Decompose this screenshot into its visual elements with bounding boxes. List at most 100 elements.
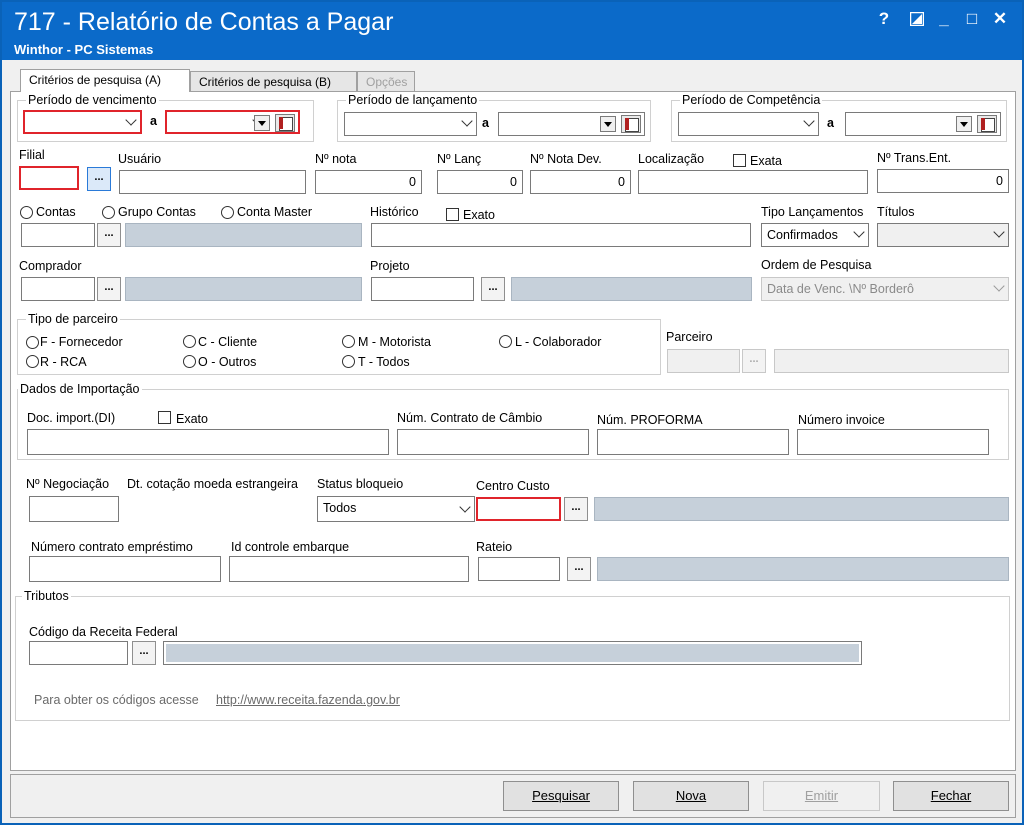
tipo-lancamentos-label: Tipo Lançamentos <box>761 205 864 219</box>
competencia-start-date[interactable] <box>678 112 819 136</box>
numero-invoice-label: Número invoice <box>798 413 885 427</box>
title-bar: 717 - Relatório de Contas a Pagar Wintho… <box>2 2 1022 60</box>
filial-label: Filial <box>19 148 45 162</box>
num-nota-dev-label: Nº Nota Dev. <box>530 152 602 166</box>
vencimento-end-date[interactable] <box>165 110 300 134</box>
status-bloqueio-select[interactable]: Todos <box>317 496 475 522</box>
group-title: Período de vencimento <box>26 93 159 107</box>
radio-rca-label: R - RCA <box>40 355 87 369</box>
tipo-lancamentos-select[interactable]: Confirmados <box>761 223 869 247</box>
num-nota-dev-input[interactable]: 0 <box>530 170 631 194</box>
titulos-select[interactable] <box>877 223 1009 247</box>
range-separator: a <box>150 114 157 128</box>
numero-contrato-emprestimo-label: Número contrato empréstimo <box>31 540 193 554</box>
pesquisar-button[interactable]: Pesquisar <box>503 781 619 811</box>
codigo-receita-label: Código da Receita Federal <box>29 625 178 639</box>
conta-code-input[interactable] <box>21 223 95 247</box>
lancamento-start-date[interactable] <box>344 112 477 136</box>
num-lanc-input[interactable]: 0 <box>437 170 523 194</box>
numero-contrato-emprestimo-input[interactable] <box>29 556 221 582</box>
radio-grupo-contas[interactable] <box>102 206 115 219</box>
rateio-input[interactable] <box>478 557 560 581</box>
rateio-lookup-button[interactable]: ... <box>567 557 591 581</box>
historico-input[interactable] <box>371 223 751 247</box>
centro-custo-description <box>594 497 1009 521</box>
usuario-input[interactable] <box>119 170 306 194</box>
fechar-button[interactable]: Fechar <box>893 781 1009 811</box>
radio-todos[interactable] <box>342 355 355 368</box>
filial-input[interactable] <box>19 166 79 190</box>
emitir-button: Emitir <box>763 781 880 811</box>
num-contrato-cambio-input[interactable] <box>397 429 589 455</box>
radio-colaborador[interactable] <box>499 335 512 348</box>
vencimento-start-date[interactable] <box>23 110 142 134</box>
num-proforma-input[interactable] <box>597 429 789 455</box>
localizacao-input[interactable] <box>638 170 868 194</box>
comprador-input[interactable] <box>21 277 95 301</box>
group-title: Período de Competência <box>680 93 823 107</box>
maximize-button[interactable]: □ <box>960 8 984 30</box>
nova-button[interactable]: Nova <box>633 781 749 811</box>
num-trans-ent-label: Nº Trans.Ent. <box>877 151 952 165</box>
lancamento-end-date[interactable] <box>498 112 645 136</box>
close-button[interactable]: ✕ <box>988 8 1012 30</box>
radio-todos-label: T - Todos <box>358 355 410 369</box>
historico-exato-checkbox[interactable] <box>446 208 459 221</box>
centro-custo-input[interactable] <box>476 497 561 521</box>
comprador-description <box>125 277 362 301</box>
localizacao-label: Localização <box>638 152 705 166</box>
centro-custo-label: Centro Custo <box>476 479 550 493</box>
app-window: 717 - Relatório de Contas a Pagar Wintho… <box>0 0 1024 825</box>
conta-description <box>125 223 362 247</box>
projeto-label: Projeto <box>370 259 410 273</box>
radio-cliente[interactable] <box>183 335 196 348</box>
tab-criterios-b[interactable]: Critérios de pesquisa (B) <box>190 71 357 91</box>
button-bar: Pesquisar Nova Emitir Fechar <box>10 774 1016 818</box>
comprador-lookup-button[interactable]: ... <box>97 277 121 301</box>
restore-icon[interactable] <box>905 8 929 30</box>
projeto-input[interactable] <box>371 277 474 301</box>
exata-label: Exata <box>750 154 782 168</box>
competencia-end-date[interactable] <box>845 112 1001 136</box>
radio-outros[interactable] <box>183 355 196 368</box>
tab-criterios-a[interactable]: Critérios de pesquisa (A) <box>20 69 190 92</box>
negociacao-input[interactable] <box>29 496 119 522</box>
minimize-button[interactable]: _ <box>932 8 956 30</box>
status-bloqueio-value: Todos <box>323 501 357 515</box>
radio-motorista[interactable] <box>342 335 355 348</box>
radio-contas-label: Contas <box>36 205 76 219</box>
id-controle-embarque-input[interactable] <box>229 556 469 582</box>
group-title: Tributos <box>22 589 71 603</box>
doc-import-exato-checkbox[interactable] <box>158 411 171 424</box>
group-title: Dados de Importação <box>18 382 142 396</box>
negociacao-label: Nº Negociação <box>26 477 110 491</box>
num-trans-ent-input[interactable]: 0 <box>877 169 1009 193</box>
projeto-lookup-button[interactable]: ... <box>481 277 505 301</box>
radio-cliente-label: C - Cliente <box>198 335 258 349</box>
codigo-receita-lookup-button[interactable]: ... <box>132 641 156 665</box>
exato-label: Exato <box>463 208 495 222</box>
comprador-label: Comprador <box>19 259 82 273</box>
doc-import-input[interactable] <box>27 429 389 455</box>
numero-invoice-input[interactable] <box>797 429 989 455</box>
ordem-pesquisa-label: Ordem de Pesquisa <box>761 258 872 272</box>
radio-grupo-contas-label: Grupo Contas <box>118 205 196 219</box>
radio-colaborador-label: L - Colaborador <box>515 335 602 349</box>
tributos-hint: Para obter os códigos acesse <box>34 693 199 707</box>
conta-lookup-button[interactable]: ... <box>97 223 121 247</box>
help-button[interactable]: ? <box>872 8 896 30</box>
calendar-icon <box>275 114 295 132</box>
range-separator: a <box>482 116 489 130</box>
radio-contas[interactable] <box>20 206 33 219</box>
centro-custo-lookup-button[interactable]: ... <box>564 497 588 521</box>
localizacao-exata-checkbox[interactable] <box>733 154 746 167</box>
radio-fornecedor[interactable] <box>26 336 39 349</box>
num-nota-input[interactable]: 0 <box>315 170 422 194</box>
receita-link[interactable]: http://www.receita.fazenda.gov.br <box>216 693 400 707</box>
filial-lookup-button[interactable]: ... <box>87 167 111 191</box>
radio-rca[interactable] <box>26 355 39 368</box>
calendar-icon <box>977 115 997 133</box>
radio-conta-master[interactable] <box>221 206 234 219</box>
parceiro-lookup-button: ... <box>742 349 766 373</box>
codigo-receita-input[interactable] <box>29 641 128 665</box>
